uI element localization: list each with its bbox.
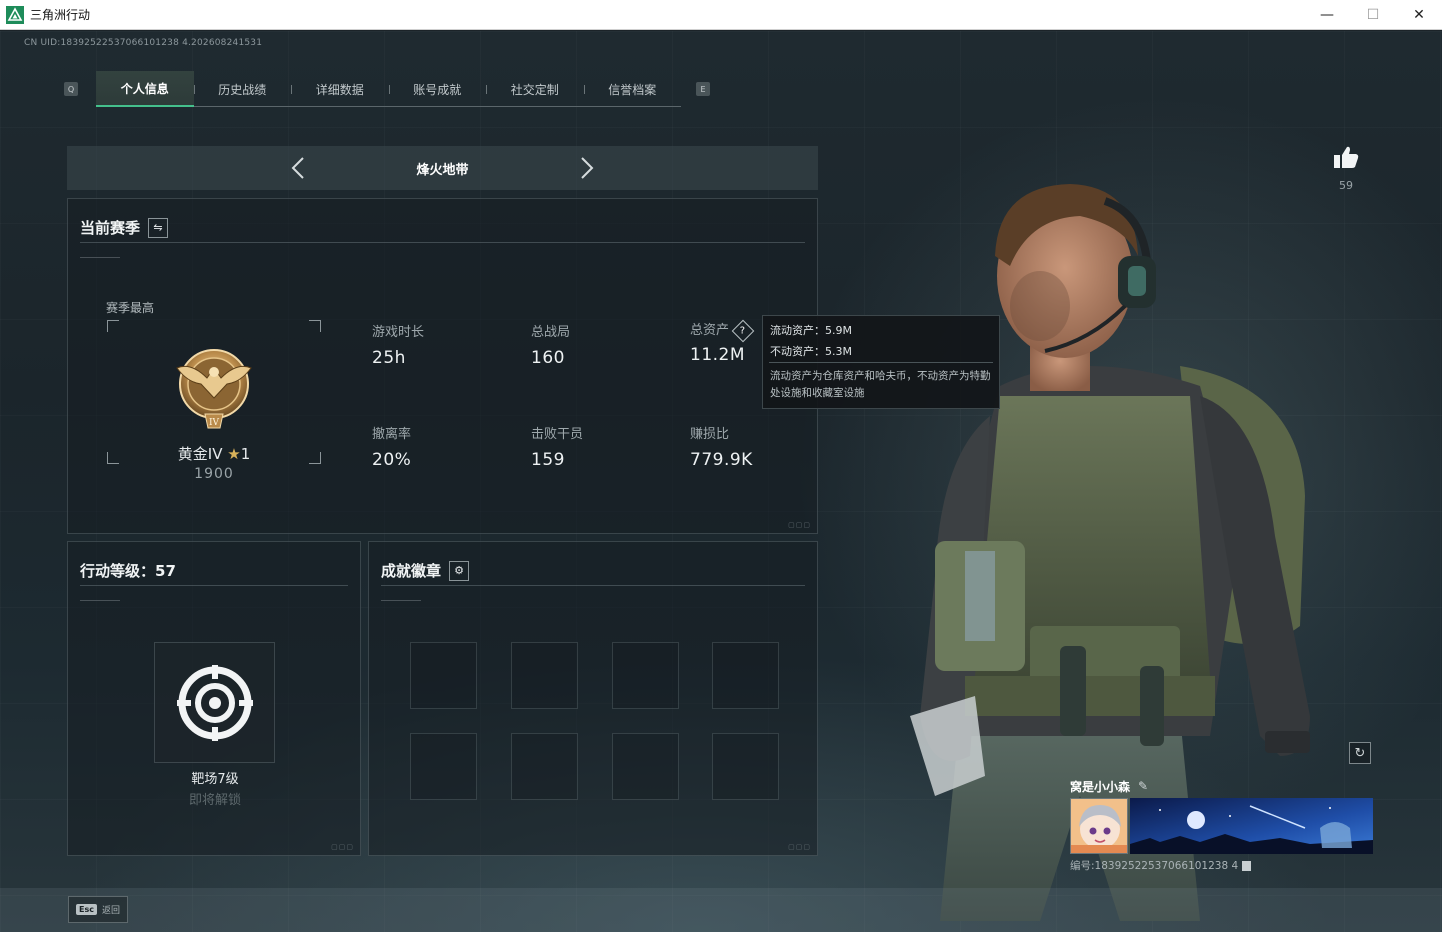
badge-slot[interactable] (511, 642, 578, 709)
stat-matches: 总战局 160 (531, 325, 571, 368)
season-best-label: 赛季最高 (106, 301, 155, 315)
like-count: 59 (1339, 179, 1353, 192)
stat-profit-ratio: 赚损比 779.9K (690, 427, 753, 470)
level-reward-name: 靶场7级 (191, 772, 239, 787)
stat-play-time: 游戏时长 25h (372, 325, 425, 368)
level-reward-status: 即将解锁 (188, 793, 241, 808)
uid-text: CN UID:18392522537066101238 4.2026082415… (24, 38, 263, 48)
esc-key: Esc (76, 904, 97, 915)
rank-score: 1900 (194, 466, 234, 482)
tab-social[interactable]: 社交定制 (486, 71, 584, 107)
tooltip-fixed-assets: 不动资产：5.3M (770, 345, 852, 358)
level-reward-box[interactable] (154, 642, 275, 763)
settings-icon[interactable]: ⚙ (449, 560, 470, 581)
help-icon[interactable]: ? (731, 319, 755, 342)
current-season-panel: 当前赛季 ⇋ 赛季最高 IV 黄金IV ★1 1900 游戏时长 25h 总战局… (67, 198, 818, 534)
badge-slot[interactable] (612, 733, 679, 800)
level-title: 行动等级：57 (80, 562, 176, 580)
achievement-badges-panel: 成就徽章 ⚙ ▢▢▢ (368, 541, 818, 856)
game-viewport: CN UID:18392522537066101238 4.2026082415… (0, 31, 1442, 932)
thumbs-up-icon (1334, 146, 1359, 168)
minimize-button[interactable]: — (1304, 0, 1350, 30)
mode-selector: 烽火地带 (67, 146, 818, 190)
stat-extract-rate: 撤离率 20% (372, 427, 412, 470)
chevron-left-icon[interactable] (287, 156, 311, 180)
avatar[interactable] (1070, 798, 1128, 854)
season-title: 当前赛季 (80, 219, 141, 237)
tab-credit[interactable]: 信誉档案 (583, 71, 682, 107)
stat-kills: 击败干员 159 (531, 427, 584, 470)
back-button[interactable]: Esc 返回 (68, 896, 128, 923)
target-icon (177, 665, 253, 741)
close-button[interactable]: ✕ (1396, 0, 1442, 30)
window-title: 三角洲行动 (30, 8, 91, 22)
badge-slot[interactable] (410, 642, 477, 709)
chevron-right-icon[interactable] (574, 156, 598, 180)
assets-tooltip: 流动资产：5.9M 不动资产：5.3M 流动资产为仓库资产和哈夫币，不动资产为特… (762, 315, 1000, 409)
bottom-bar (0, 888, 1442, 932)
back-label: 返回 (101, 906, 120, 916)
action-level-panel: 行动等级：57 靶场7级 即将解锁 ▢▢▢ (67, 541, 361, 856)
star-icon: ★ (227, 445, 241, 463)
player-card: 窝是小小森 ✎ 编号:18392522537066101238 4 (1070, 776, 1373, 873)
edit-name-icon[interactable]: ✎ (1138, 779, 1148, 793)
profile-tabs: Q 个人信息 历史战绩 详细数据 账号成就 社交定制 信誉档案 E (64, 71, 724, 107)
stat-assets: 总资产? 11.2M (690, 319, 755, 365)
next-tab-key[interactable]: E (696, 82, 710, 96)
gold-rank-emblem-icon: IV (176, 349, 252, 429)
tab-details[interactable]: 详细数据 (291, 71, 389, 107)
svg-text:IV: IV (209, 418, 220, 428)
like-control[interactable]: 59 (1332, 145, 1360, 192)
tab-personal-info[interactable]: 个人信息 (96, 71, 194, 107)
player-id: 编号:18392522537066101238 4 (1070, 858, 1373, 873)
copy-icon[interactable] (1242, 860, 1252, 871)
rank-frame: IV 黄金IV ★1 1900 (107, 320, 321, 482)
player-name: 窝是小小森 (1070, 779, 1131, 794)
app-logo-icon (6, 5, 24, 24)
badge-slot[interactable] (410, 733, 477, 800)
tab-history[interactable]: 历史战绩 (193, 71, 292, 107)
refresh-icon[interactable]: ↻ (1349, 742, 1371, 764)
tooltip-note: 流动资产为仓库资产和哈夫币，不动资产为特勤处设施和收藏室设施 (770, 370, 991, 399)
swap-icon[interactable]: ⇋ (148, 217, 169, 238)
rank-name: 黄金IV ★1 (177, 445, 251, 463)
maximize-button[interactable]: ☐ (1350, 0, 1396, 30)
achievements-title: 成就徽章 (381, 562, 442, 580)
badge-slot[interactable] (612, 642, 679, 709)
badge-slot[interactable] (511, 733, 578, 800)
tab-achievements[interactable]: 账号成就 (388, 71, 487, 107)
tooltip-liquid-assets: 流动资产：5.9M (770, 324, 852, 337)
window-titlebar: 三角洲行动 — ☐ ✕ (0, 0, 1442, 30)
badge-slot[interactable] (712, 642, 779, 709)
prev-tab-key[interactable]: Q (64, 82, 78, 96)
mode-title: 烽火地带 (416, 162, 469, 178)
badge-slot[interactable] (712, 733, 779, 800)
profile-banner[interactable] (1130, 798, 1373, 854)
